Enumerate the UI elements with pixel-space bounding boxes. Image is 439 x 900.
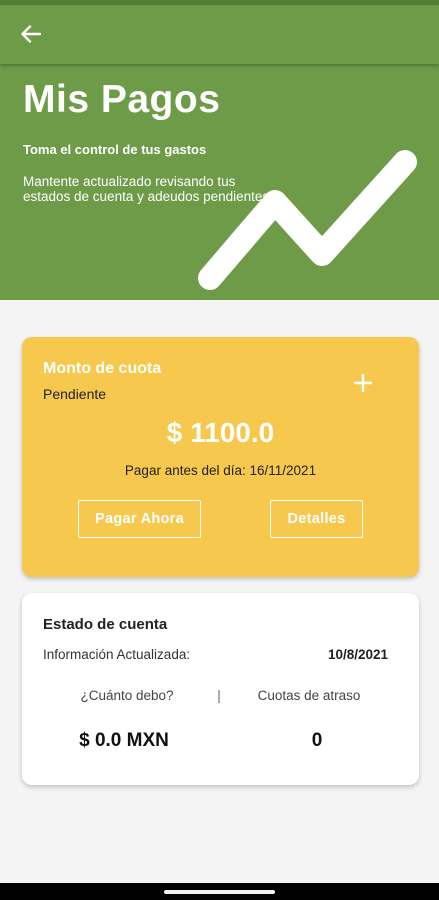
hero-banner: Mis Pagos Toma el control de tus gastos … [0, 64, 439, 300]
system-nav-bar [0, 883, 439, 900]
due-amount: $ 1100.0 [166, 417, 275, 448]
trend-up-line-icon [198, 150, 417, 290]
plus-icon [354, 374, 372, 392]
hero-subtitle: Toma el control de tus gastos [23, 142, 207, 157]
due-status-label: Pendiente [43, 386, 107, 402]
arrow-left-icon [21, 25, 41, 43]
back-button[interactable] [14, 19, 48, 49]
updated-date: 10/8/2021 [327, 647, 388, 662]
pay-now-button[interactable]: Pagar Ahora [78, 500, 201, 538]
due-date-text: Pagar antes del día: 16/11/2021 [124, 463, 317, 478]
owed-label: ¿Cuánto debo? [80, 688, 174, 703]
account-statement-card: Estado de cuenta Información Actualizada… [22, 593, 419, 785]
home-indicator[interactable] [164, 890, 275, 894]
account-card-title: Estado de cuenta [43, 616, 168, 633]
updated-label: Información Actualizada: [43, 647, 191, 662]
page-title: Mis Pagos [23, 78, 221, 121]
owed-amount: $ 0.0 MXN [79, 730, 169, 751]
late-fees-count: 0 [311, 730, 323, 751]
column-separator: | [217, 688, 221, 703]
expand-button[interactable] [349, 369, 377, 397]
late-fees-label: Cuotas de atraso [257, 688, 361, 703]
due-card-title: Monto de cuota [43, 360, 162, 377]
due-amount-card: Monto de cuota Pendiente $ 1100.0 Pagar … [22, 337, 419, 577]
app-bar [0, 5, 439, 64]
details-button[interactable]: Detalles [270, 500, 363, 538]
